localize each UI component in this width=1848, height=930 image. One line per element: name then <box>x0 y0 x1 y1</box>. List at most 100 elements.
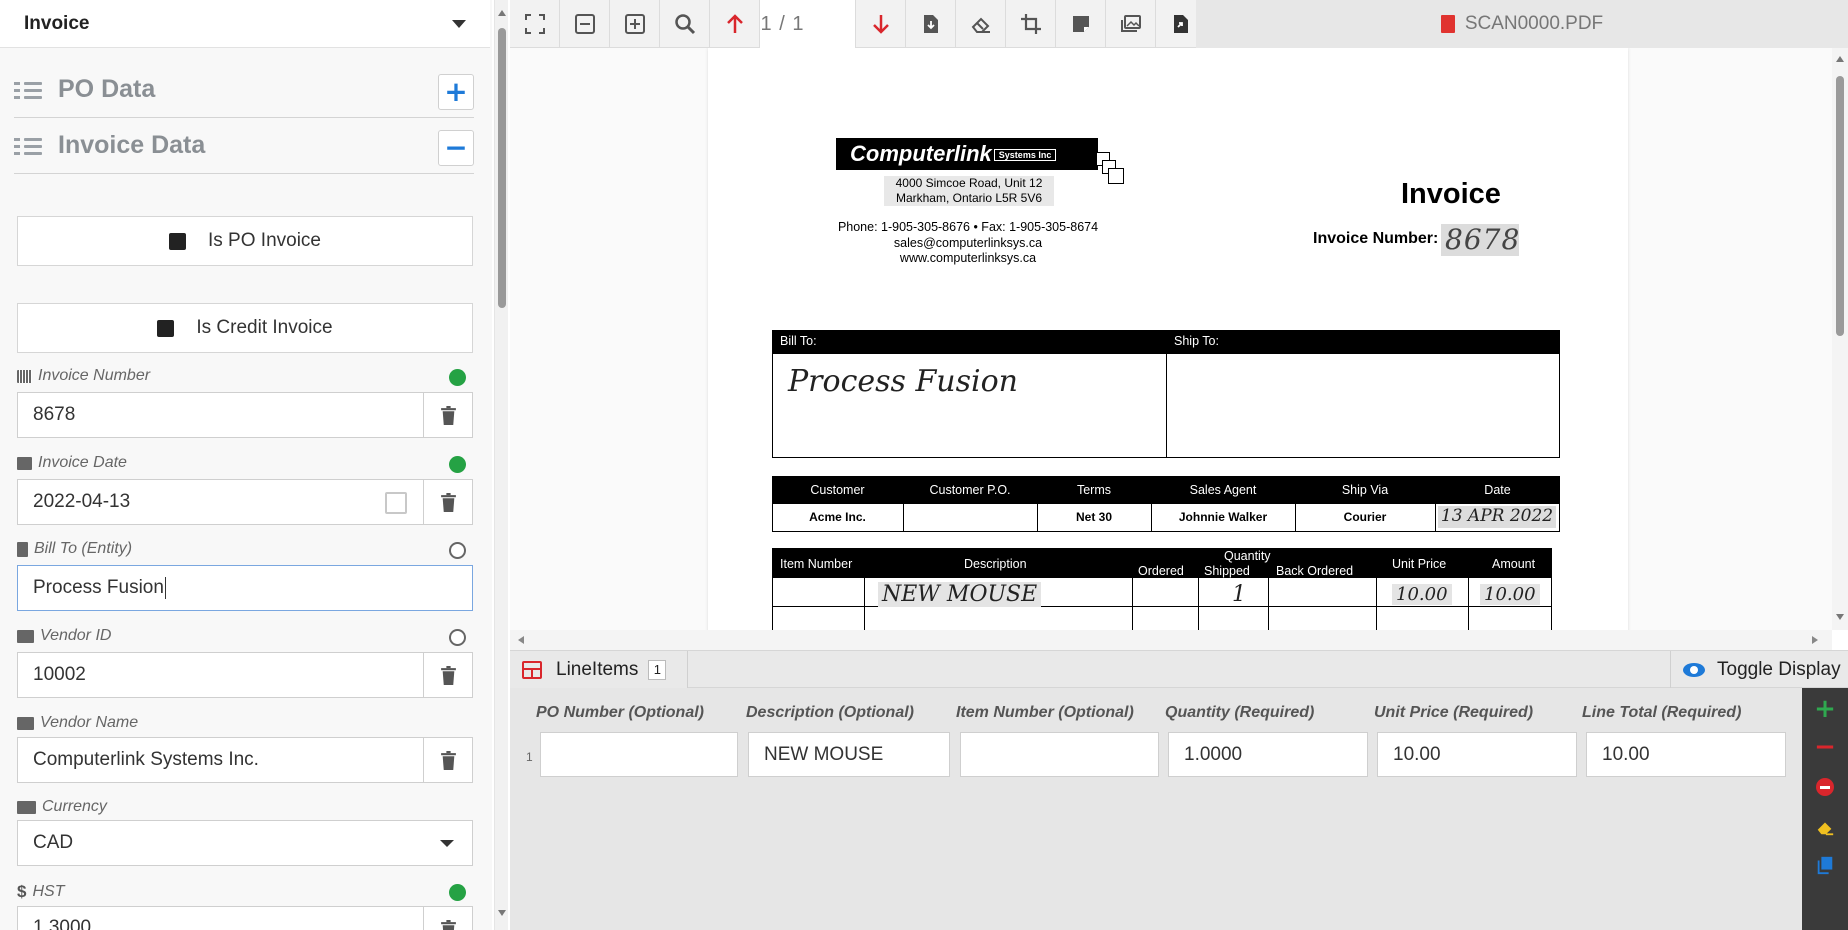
collapse-invoice-data-button[interactable]: − <box>438 130 474 166</box>
section-po-data[interactable]: PO Data + <box>14 62 474 118</box>
barcode-icon <box>17 369 32 383</box>
next-page-button[interactable] <box>856 0 906 48</box>
scroll-up-arrow-icon[interactable] <box>498 10 506 16</box>
page-current: 1 <box>760 12 773 35</box>
description-input[interactable]: NEW MOUSE <box>748 732 950 777</box>
delete-vendor-id-button[interactable] <box>423 652 473 698</box>
vendor-id-input[interactable]: 10002 <box>17 652 424 698</box>
invoice-number-handwritten: 8678 <box>1441 224 1519 256</box>
scroll-up-arrow-icon[interactable] <box>1836 56 1844 62</box>
checkbox-icon[interactable] <box>157 319 175 337</box>
list-check-icon <box>14 79 42 101</box>
currency-label: Currency <box>17 798 107 816</box>
document-viewer[interactable]: Computerlink Systems Inc 4000 Simcoe Road… <box>510 48 1832 630</box>
invoice-number-label: Invoice Number <box>17 367 150 385</box>
arrow-up-icon <box>726 13 743 33</box>
hst-label: $ HST <box>17 882 65 901</box>
is-po-invoice-toggle[interactable]: Is PO Invoice <box>17 216 473 266</box>
zoom-in-button[interactable] <box>610 0 660 48</box>
column-header-description: Description (Optional) <box>746 704 914 721</box>
toggle-display-button[interactable]: Toggle Display <box>1670 651 1848 688</box>
file-tab[interactable]: SCAN0000.PDF <box>1196 0 1848 48</box>
currency-select[interactable]: CAD <box>17 820 473 866</box>
company-logo: Computerlink Systems Inc <box>836 138 1098 170</box>
status-dot-green <box>449 369 466 386</box>
line-items-tab-label: LineItems <box>556 658 639 680</box>
index-panel-scrollbar[interactable] <box>494 0 508 930</box>
scrollbar-thumb[interactable] <box>1836 76 1844 336</box>
index-panel: Invoice PO Data + Invoice Data − Is PO I… <box>0 0 492 930</box>
viewer-vertical-scrollbar[interactable] <box>1832 48 1848 630</box>
copy-icon[interactable] <box>1814 854 1836 876</box>
crop-icon <box>1020 14 1041 34</box>
calendar-icon[interactable] <box>385 492 407 514</box>
pdf-file-icon <box>1440 15 1455 33</box>
logo-boxes-icon <box>1096 152 1126 194</box>
eraser-button[interactable] <box>956 0 1006 48</box>
add-row-icon[interactable]: + <box>1814 694 1836 724</box>
fit-page-button[interactable] <box>510 0 560 48</box>
column-header-quantity: Quantity (Required) <box>1165 704 1315 721</box>
pdf-page: Computerlink Systems Inc 4000 Simcoe Road… <box>708 48 1628 630</box>
scroll-right-arrow-icon[interactable] <box>1812 636 1818 644</box>
scroll-down-arrow-icon[interactable] <box>1836 614 1844 620</box>
invoice-date-label: Invoice Date <box>17 454 127 472</box>
delete-hst-button[interactable] <box>423 906 473 930</box>
zoom-out-button[interactable] <box>560 0 610 48</box>
previous-page-button[interactable] <box>710 0 760 48</box>
download-page-button[interactable] <box>906 0 956 48</box>
section-invoice-data[interactable]: Invoice Data − <box>14 118 474 174</box>
document-type-select[interactable]: Invoice <box>0 0 490 48</box>
arrow-down-icon <box>872 15 889 34</box>
is-credit-invoice-toggle[interactable]: Is Credit Invoice <box>17 303 473 353</box>
remove-row-icon[interactable]: − <box>1814 732 1836 762</box>
invoice-number-label: Invoice Number: <box>1313 230 1439 247</box>
column-header-unit-price: Unit Price (Required) <box>1374 704 1534 721</box>
vendor-name-input[interactable]: Computerlink Systems Inc. <box>17 737 424 783</box>
line-items-grid: PO Number (Optional) Description (Option… <box>510 688 1802 930</box>
invoice-date-input[interactable]: 2022-04-13 <box>17 479 424 525</box>
bill-to-handwritten: Process Fusion <box>788 364 1018 399</box>
company-contact: Phone: 1-905-305-8676 • Fax: 1-905-305-8… <box>837 220 1099 265</box>
line-items-tab[interactable]: LineItems 1 <box>510 651 688 688</box>
file-name: SCAN0000.PDF <box>1464 13 1604 34</box>
column-header-po-number: PO Number (Optional) <box>536 704 704 721</box>
delete-invoice-number-button[interactable] <box>423 392 473 438</box>
line-items-count-badge: 1 <box>648 659 667 680</box>
invoice-title: Invoice <box>1401 178 1501 210</box>
delete-invoice-date-button[interactable] <box>423 479 473 525</box>
company-address: 4000 Simcoe Road, Unit 12 Markham, Ontar… <box>884 176 1054 206</box>
eraser-icon[interactable] <box>1814 816 1836 838</box>
search-button[interactable] <box>660 0 710 48</box>
viewer-horizontal-scrollbar[interactable] <box>510 630 1832 650</box>
invoice-number-input[interactable]: 8678 <box>17 392 424 438</box>
table-icon <box>522 660 542 679</box>
hst-input[interactable]: 1.3000 <box>17 906 424 930</box>
line-total-input[interactable]: 10.00 <box>1586 732 1786 777</box>
images-button[interactable] <box>1106 0 1156 48</box>
section-title: PO Data <box>58 75 156 103</box>
po-number-input[interactable] <box>540 732 738 777</box>
scroll-down-arrow-icon[interactable] <box>498 910 506 916</box>
money-icon <box>17 800 36 814</box>
bill-to-input[interactable]: Process Fusion <box>17 565 473 611</box>
delete-vendor-name-button[interactable] <box>423 737 473 783</box>
eye-icon <box>1683 662 1705 677</box>
expand-po-data-button[interactable]: + <box>438 74 474 110</box>
scrollbar-thumb[interactable] <box>498 28 506 308</box>
item-number-input[interactable] <box>960 732 1159 777</box>
status-dot-green <box>449 884 466 901</box>
calendar-icon <box>17 456 32 470</box>
unit-price-input[interactable]: 10.00 <box>1377 732 1577 777</box>
checkbox-icon[interactable] <box>169 232 186 250</box>
quantity-input[interactable]: 1.0000 <box>1168 732 1368 777</box>
building-icon <box>17 541 28 557</box>
trash-icon <box>440 492 456 512</box>
crop-button[interactable] <box>1006 0 1056 48</box>
delete-row-icon[interactable] <box>1814 776 1836 798</box>
app-root: Invoice PO Data + Invoice Data − Is PO I… <box>0 0 1848 930</box>
chevron-down-icon <box>440 840 454 847</box>
line-items-bar: LineItems 1 Toggle Display <box>510 650 1848 688</box>
scroll-left-arrow-icon[interactable] <box>518 636 524 644</box>
sticky-note-button[interactable] <box>1056 0 1106 48</box>
